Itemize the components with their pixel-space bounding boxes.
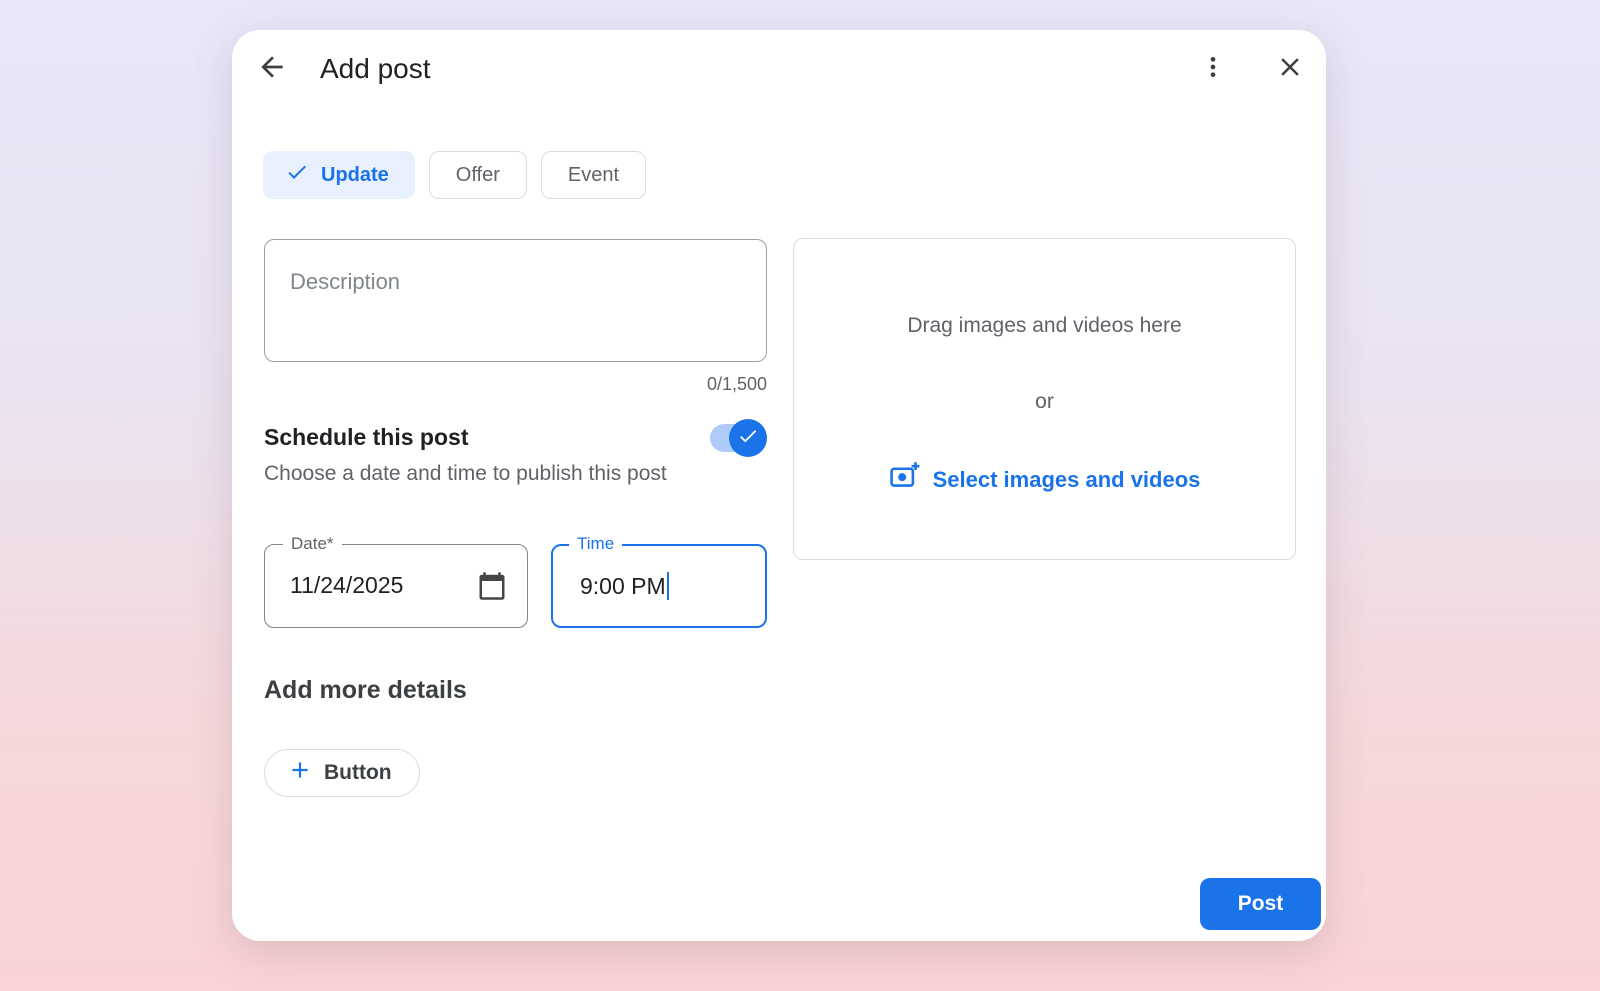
check-icon bbox=[285, 160, 309, 190]
tab-label: Offer bbox=[456, 164, 500, 187]
back-button[interactable] bbox=[252, 48, 292, 88]
drag-hint-text: Drag images and videos here bbox=[794, 314, 1295, 338]
character-counter: 0/1,500 bbox=[264, 374, 767, 395]
tab-label: Event bbox=[568, 164, 619, 187]
time-field-value: 9:00 PM bbox=[580, 572, 669, 600]
schedule-title: Schedule this post bbox=[264, 424, 468, 451]
page-title: Add post bbox=[320, 51, 431, 87]
post-type-tabs: Update Offer Event bbox=[263, 151, 646, 199]
close-button[interactable] bbox=[1270, 48, 1310, 88]
calendar-icon[interactable] bbox=[477, 571, 507, 601]
description-placeholder: Description bbox=[290, 269, 400, 295]
text-cursor bbox=[667, 572, 669, 600]
kebab-menu-icon bbox=[1199, 53, 1227, 84]
date-field-label: Date* bbox=[283, 534, 342, 554]
date-field-value: 11/24/2025 bbox=[290, 572, 403, 599]
tab-label: Update bbox=[321, 164, 389, 187]
tab-update[interactable]: Update bbox=[263, 151, 415, 199]
select-media-label: Select images and videos bbox=[933, 467, 1201, 493]
description-input[interactable]: Description bbox=[264, 239, 767, 362]
add-more-details-heading: Add more details bbox=[264, 676, 467, 705]
or-text: or bbox=[794, 390, 1295, 414]
check-icon bbox=[737, 425, 759, 452]
post-button[interactable]: Post bbox=[1200, 878, 1321, 930]
add-photo-icon bbox=[889, 461, 920, 498]
select-media-button[interactable]: Select images and videos bbox=[794, 461, 1295, 498]
tab-event[interactable]: Event bbox=[541, 151, 646, 199]
add-post-dialog: Add post Update Offer Event Description … bbox=[232, 30, 1326, 941]
time-field-label: Time bbox=[569, 534, 622, 554]
arrow-back-icon bbox=[256, 51, 288, 86]
schedule-subtitle: Choose a date and time to publish this p… bbox=[264, 462, 667, 486]
time-field[interactable]: Time 9:00 PM bbox=[551, 544, 767, 628]
more-options-button[interactable] bbox=[1193, 48, 1233, 88]
close-icon bbox=[1275, 52, 1305, 85]
add-button-label: Button bbox=[324, 761, 392, 785]
media-dropzone[interactable]: Drag images and videos here or Select im… bbox=[793, 238, 1296, 560]
date-field[interactable]: Date* 11/24/2025 bbox=[264, 544, 528, 628]
plus-icon bbox=[287, 757, 313, 789]
tab-offer[interactable]: Offer bbox=[429, 151, 527, 199]
schedule-toggle[interactable] bbox=[710, 424, 766, 452]
add-button-chip[interactable]: Button bbox=[264, 749, 420, 797]
toggle-thumb bbox=[729, 419, 767, 457]
